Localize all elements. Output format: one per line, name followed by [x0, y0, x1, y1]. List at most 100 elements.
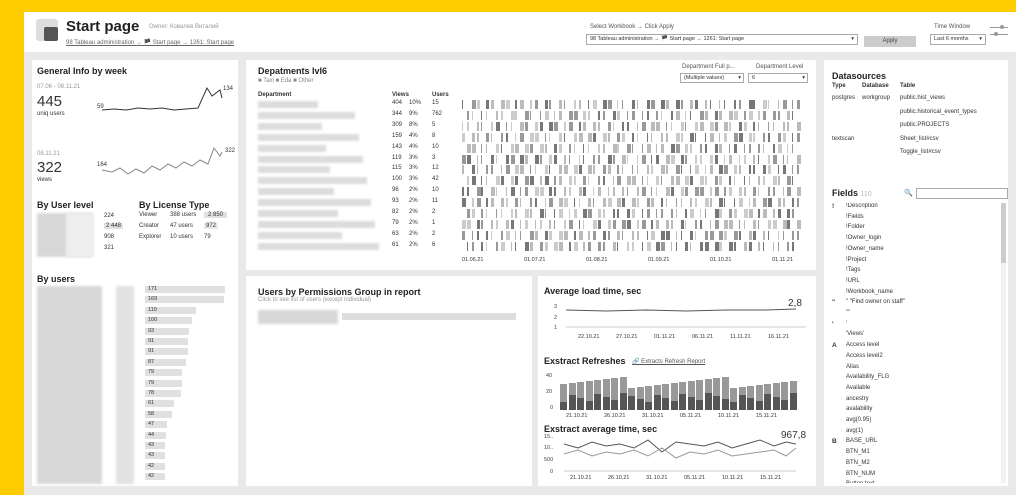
- field-item[interactable]: Available: [846, 385, 870, 391]
- activity-mark: [661, 176, 663, 186]
- field-item[interactable]: Alias: [846, 364, 859, 370]
- ds-table[interactable]: Sheet_list#csv: [900, 136, 939, 142]
- user-bar[interactable]: 44: [145, 431, 166, 439]
- activity-mark: [471, 230, 473, 240]
- activity-mark: [588, 209, 593, 218]
- department-users: 2: [432, 209, 436, 215]
- time-window-label: Time Window: [934, 24, 971, 30]
- field-item[interactable]: BTN_M1: [846, 449, 870, 455]
- department-name[interactable]: [258, 188, 334, 196]
- activity-mark: [763, 230, 766, 240]
- permissions-panel[interactable]: Users by Permissions Group in report Cli…: [246, 276, 532, 486]
- field-item[interactable]: Access level: [846, 342, 879, 348]
- activity-mark: [680, 165, 682, 175]
- field-item[interactable]: BTN_M2: [846, 460, 870, 466]
- user-bar[interactable]: 110: [145, 306, 197, 314]
- field-item[interactable]: !Tags: [846, 267, 860, 273]
- field-item[interactable]: Availability_FLG: [846, 374, 889, 380]
- field-item[interactable]: avalability: [846, 406, 872, 412]
- activity-mark: [632, 110, 635, 120]
- activity-mark: [564, 165, 568, 175]
- field-item[interactable]: !Description: [846, 203, 878, 209]
- field-item[interactable]: !URL: [846, 278, 860, 284]
- field-item[interactable]: Button text: [846, 481, 875, 483]
- filter1-select[interactable]: (Multiple values) ▾: [680, 73, 744, 83]
- field-item[interactable]: !Workbook_name: [846, 289, 893, 295]
- field-item[interactable]: "": [846, 310, 850, 316]
- field-item[interactable]: 'Views': [846, 331, 864, 337]
- user-bar[interactable]: 169: [145, 296, 225, 304]
- activity-mark: [748, 132, 752, 142]
- department-name[interactable]: [258, 144, 326, 152]
- activity-mark: [549, 198, 554, 208]
- ds-table[interactable]: public.historical_event_types: [900, 109, 977, 115]
- refresh-report-link[interactable]: 🔗 Extracts Refresh Report: [632, 358, 705, 365]
- user-bar[interactable]: 91: [145, 348, 188, 356]
- department-name[interactable]: [258, 133, 359, 141]
- activity-mark: [559, 143, 563, 153]
- field-item[interactable]: " "Find owner on staff": [846, 299, 905, 305]
- activity-mark: [515, 176, 519, 186]
- user-bar[interactable]: 91: [145, 338, 188, 345]
- department-name[interactable]: [258, 220, 375, 228]
- ds-table[interactable]: public.hist_views: [900, 95, 945, 101]
- ds-table[interactable]: public.PROJECTS: [900, 122, 949, 128]
- ds-table[interactable]: Toggle_list#csv: [900, 149, 941, 155]
- activity-mark: [583, 121, 587, 131]
- activity-mark: [670, 121, 672, 131]
- filter-slider-icon[interactable]: [990, 24, 1008, 40]
- field-item[interactable]: avg(1): [846, 428, 863, 434]
- time-window-select[interactable]: Last 6 months ▾: [930, 34, 986, 45]
- field-item[interactable]: !Owner_login: [846, 235, 881, 241]
- permissions-bar[interactable]: [342, 313, 516, 320]
- user-bar[interactable]: 100: [145, 317, 192, 325]
- department-name[interactable]: [258, 101, 318, 108]
- user-bar[interactable]: 47: [145, 421, 167, 429]
- user-bar[interactable]: 78: [145, 390, 182, 397]
- activity-mark: [748, 176, 750, 186]
- department-name[interactable]: [258, 122, 322, 130]
- user-bar[interactable]: 58: [145, 410, 173, 418]
- user-bar[interactable]: 43: [145, 442, 166, 449]
- department-name[interactable]: [258, 210, 338, 217]
- user-bar[interactable]: 79: [145, 379, 182, 387]
- user-bar[interactable]: 42: [145, 462, 165, 470]
- activity-mark: [481, 121, 483, 131]
- user-bar[interactable]: 42: [145, 473, 165, 481]
- apply-button[interactable]: Apply: [864, 36, 916, 47]
- user-bar[interactable]: 61: [145, 400, 174, 408]
- field-item[interactable]: BASE_URL: [846, 438, 877, 444]
- department-name[interactable]: [258, 166, 330, 174]
- workbook-select[interactable]: 98 Tableau administration → 🏴 Start page…: [586, 34, 858, 45]
- department-share: 4%: [409, 143, 418, 150]
- fields-search-input[interactable]: [916, 188, 1008, 199]
- field-item[interactable]: !Folder: [846, 224, 865, 230]
- department-name[interactable]: [258, 231, 342, 239]
- date-tick: 21.10.21: [566, 413, 588, 419]
- department-name[interactable]: [258, 242, 379, 250]
- activity-mark: [564, 100, 565, 109]
- department-name[interactable]: [258, 177, 367, 185]
- field-item[interactable]: !Project: [846, 257, 866, 263]
- field-item[interactable]: BTN_NUM: [846, 471, 875, 477]
- breadcrumb-link[interactable]: 98 Tableau administration → 🏴 Start page…: [66, 39, 234, 46]
- field-item[interactable]: !Fields: [846, 214, 864, 220]
- user-bar[interactable]: 171: [145, 286, 225, 293]
- field-item[interactable]: avg(0.95): [846, 417, 871, 423]
- user-bar[interactable]: 93: [145, 327, 189, 335]
- field-item[interactable]: Access level2: [846, 353, 883, 359]
- field-item[interactable]: !Owner_name: [846, 246, 884, 252]
- license-type: Explorer: [139, 234, 162, 240]
- activity-mark: [549, 100, 552, 109]
- field-item[interactable]: ': [846, 321, 847, 327]
- user-bar[interactable]: 43: [145, 452, 166, 460]
- activity-mark: [695, 121, 699, 131]
- fields-scrollbar[interactable]: [1001, 203, 1006, 483]
- user-bar[interactable]: 79: [145, 369, 182, 377]
- field-item[interactable]: ancestry: [846, 396, 869, 402]
- department-name[interactable]: [258, 199, 371, 207]
- department-name[interactable]: [258, 111, 355, 119]
- filter2-select[interactable]: 6 ▾: [748, 73, 808, 83]
- department-name[interactable]: [258, 155, 363, 163]
- user-bar[interactable]: 87: [145, 358, 186, 366]
